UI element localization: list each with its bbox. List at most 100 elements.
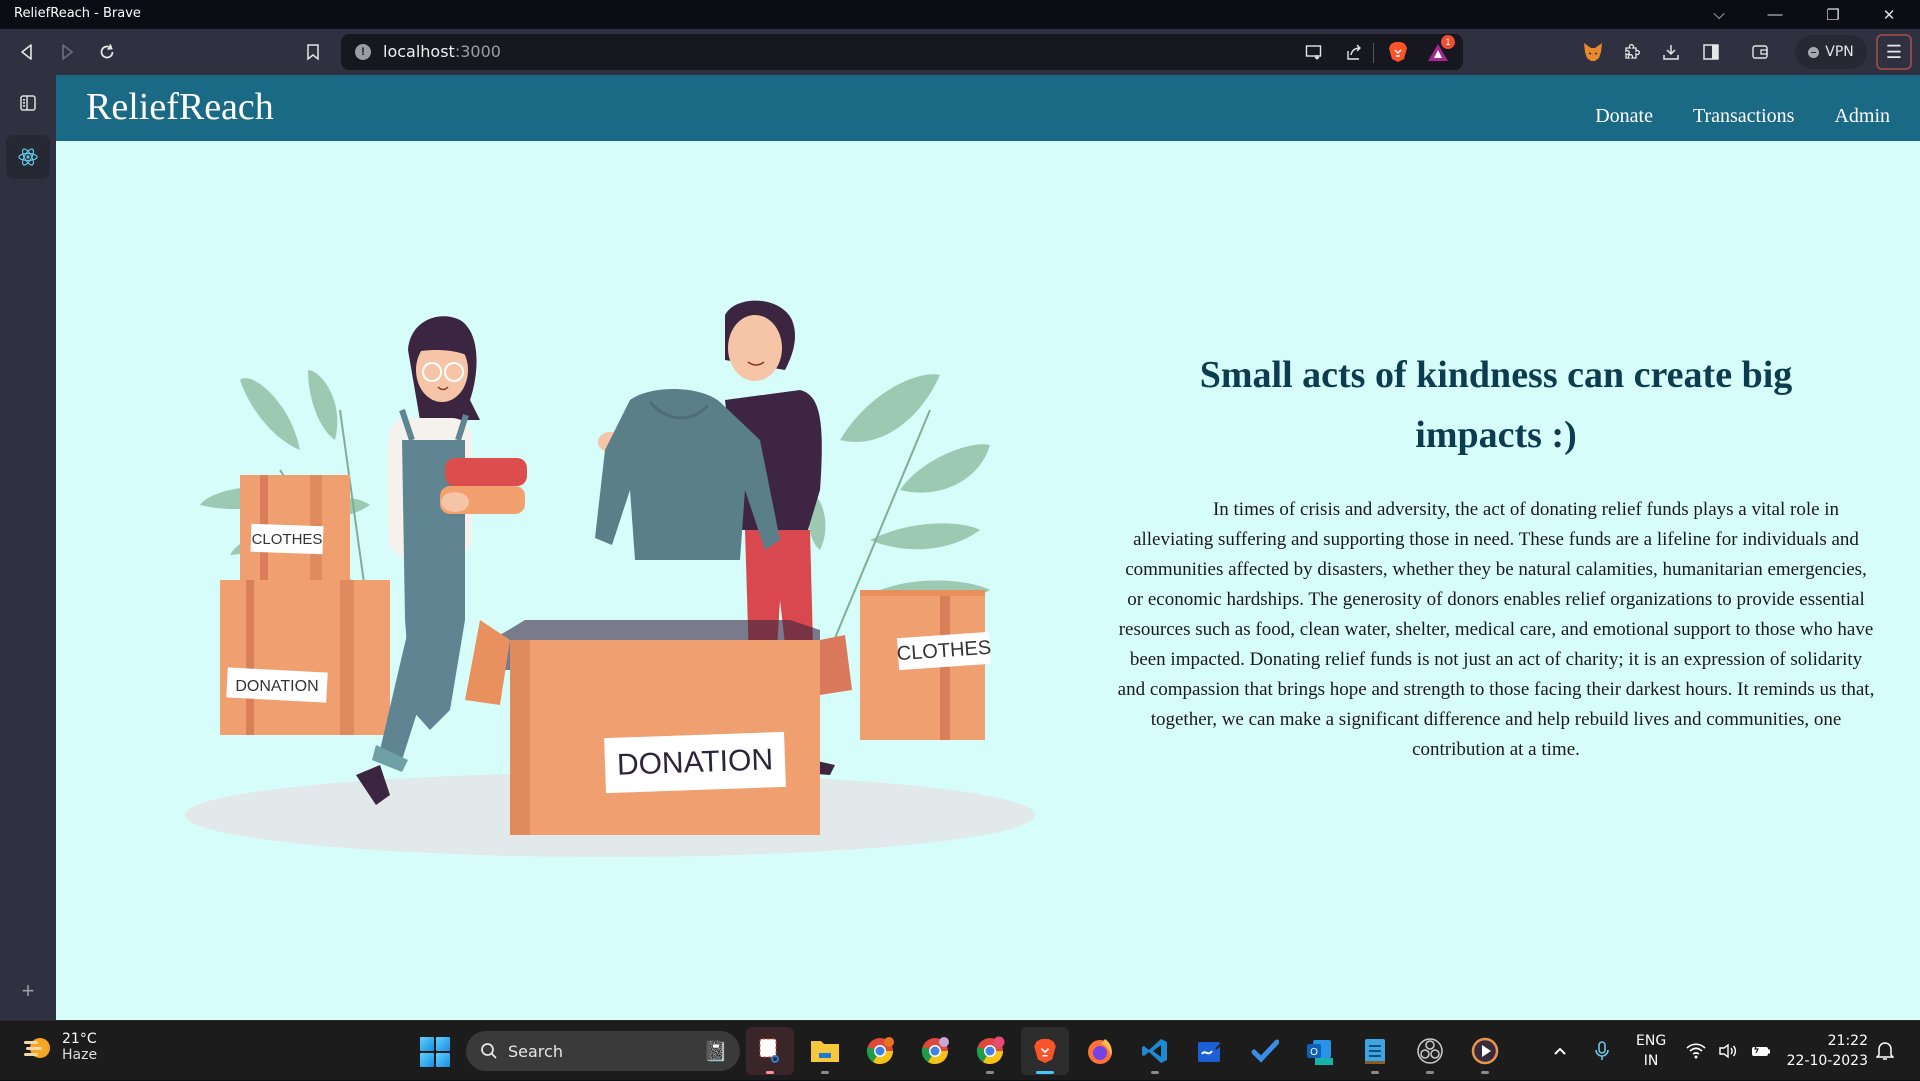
os-taskbar: 21°C Haze Search 📓 O ENG IN 21:22 22-10-… [0, 1020, 1920, 1080]
taskbar-app-firefox[interactable] [1076, 1027, 1124, 1075]
sidebar-toggle-button[interactable] [1696, 37, 1726, 67]
nav-transactions[interactable]: Transactions [1693, 105, 1794, 128]
box-clothes-right: CLOTHES [860, 590, 992, 740]
side-panel-toggle[interactable] [6, 81, 50, 125]
snipping-tool-icon [759, 1038, 779, 1063]
back-button[interactable] [12, 37, 42, 67]
share-button[interactable] [1339, 37, 1369, 67]
side-panel-icon [20, 95, 36, 111]
forward-icon [62, 44, 73, 60]
bell-icon [1876, 1042, 1894, 1060]
taskbar-app-todo[interactable] [1241, 1027, 1289, 1075]
box-clothes-top-left: CLOTHES [240, 475, 350, 580]
brand-logo[interactable]: ReliefReach [86, 85, 274, 129]
minimize-button[interactable]: — [1752, 0, 1798, 29]
microphone-indicator[interactable] [1594, 1021, 1610, 1081]
window-titlebar: ReliefReach - Brave ⌵ — ❐ ✕ [0, 0, 1920, 29]
side-panel-react-devtools[interactable] [6, 135, 50, 179]
vpn-button[interactable]: VPN [1795, 35, 1867, 69]
url-text[interactable]: localhost:3000 [383, 42, 501, 61]
sidebar-panel-icon [1703, 44, 1719, 60]
taskbar-app-media-player[interactable] [1461, 1027, 1509, 1075]
start-button[interactable] [420, 1037, 450, 1067]
url-host: localhost [383, 42, 455, 61]
folder-icon [811, 1041, 839, 1062]
back-icon [21, 44, 32, 60]
extensions-button[interactable] [1617, 37, 1647, 67]
forward-button[interactable] [52, 37, 82, 67]
search-label: Search [508, 1041, 563, 1061]
nav-admin[interactable]: Admin [1834, 105, 1890, 128]
firefox-icon [1088, 1039, 1112, 1064]
brave-rewards-button[interactable]: 1 [1423, 35, 1455, 67]
site-header: ReliefReach Donate Transactions Admin [56, 75, 1920, 141]
taskbar-app-brave[interactable] [1021, 1027, 1069, 1075]
taskbar-app-whiteboard[interactable] [1186, 1027, 1234, 1075]
chrome-icon [976, 1036, 1005, 1065]
taskbar-app-snipping-tool[interactable] [746, 1027, 794, 1075]
plus-icon: + [21, 978, 35, 1003]
taskbar-app-chrome-3[interactable] [966, 1027, 1014, 1075]
taskbar-app-obs[interactable] [1406, 1027, 1454, 1075]
nav-donate[interactable]: Donate [1595, 105, 1653, 128]
hero-section: Small acts of kindness can create big im… [1116, 345, 1876, 765]
side-panel-add-button[interactable]: + [6, 969, 50, 1013]
taskbar-app-notepad[interactable] [1351, 1027, 1399, 1075]
taskbar-app-outlook[interactable]: O [1296, 1027, 1344, 1075]
weather-condition: Haze [62, 1047, 98, 1063]
weather-widget[interactable]: 21°C Haze [22, 1031, 97, 1063]
tab-search-chevron-icon[interactable]: ⌵ [1696, 0, 1742, 29]
language-indicator[interactable]: ENG IN [1636, 1031, 1666, 1071]
tray-overflow-button[interactable] [1552, 1021, 1568, 1081]
wallet-button[interactable] [1745, 37, 1775, 67]
system-clock[interactable]: 21:22 22-10-2023 [1787, 1031, 1868, 1071]
hamburger-icon: ☰ [1885, 41, 1903, 62]
bookmark-icon [307, 44, 319, 61]
vpn-label: VPN [1825, 44, 1854, 60]
bookmark-button[interactable] [298, 37, 328, 67]
chrome-icon [921, 1037, 949, 1065]
taskbar-search[interactable]: Search 📓 [466, 1031, 740, 1071]
brave-shields-button[interactable] [1383, 37, 1413, 67]
vscode-icon [1142, 1039, 1167, 1063]
downloads-button[interactable] [1656, 37, 1686, 67]
close-window-button[interactable]: ✕ [1866, 0, 1912, 29]
main-menu-button[interactable]: ☰ [1876, 34, 1912, 70]
wallet-icon [1752, 45, 1768, 59]
brave-lion-icon [1389, 42, 1407, 62]
cast-button[interactable] [1299, 37, 1329, 67]
box-label-donation-large: DONATION [616, 743, 773, 781]
metamask-extension-button[interactable] [1578, 37, 1608, 67]
obs-icon [1417, 1038, 1443, 1064]
restore-button[interactable]: ❐ [1810, 0, 1856, 29]
browser-side-panel: + [0, 75, 56, 1020]
chevron-up-icon [1554, 1047, 1566, 1055]
taskbar-app-vscode[interactable] [1131, 1027, 1179, 1075]
vpn-status-icon [1808, 46, 1820, 58]
chrome-icon [866, 1037, 894, 1065]
microphone-icon [1595, 1041, 1609, 1060]
wifi-icon [1686, 1043, 1706, 1059]
site-info-icon[interactable]: ! [355, 44, 371, 60]
taskbar-app-file-explorer[interactable] [801, 1027, 849, 1075]
taskbar-app-chrome-1[interactable] [856, 1027, 904, 1075]
volume-icon [1719, 1043, 1737, 1059]
reload-button[interactable] [92, 37, 122, 67]
box-label-clothes-small: CLOTHES [252, 531, 323, 548]
taskbar-app-chrome-2[interactable] [911, 1027, 959, 1075]
language-code: ENG [1636, 1033, 1667, 1049]
browser-toolbar: ! localhost:3000 1 VPN ☰ [0, 29, 1920, 75]
notifications-button[interactable] [1876, 1021, 1894, 1081]
hero-paragraph: In times of crisis and adversity, the ac… [1117, 499, 1875, 760]
box-donation-center: DONATION [465, 620, 852, 835]
clock-date: 22-10-2023 [1786, 1053, 1868, 1069]
box-label-donation-small: DONATION [235, 678, 318, 695]
main-nav: Donate Transactions Admin [1595, 105, 1890, 128]
outlook-icon: O [1307, 1040, 1333, 1065]
url-port: :3000 [454, 42, 501, 61]
donation-illustration: CLOTHES DONATION CLOTHES DONATION [185, 300, 1035, 857]
quick-settings[interactable] [1686, 1021, 1772, 1081]
address-bar[interactable]: ! localhost:3000 1 [341, 34, 1463, 70]
haze-weather-icon [24, 1038, 50, 1058]
window-title: ReliefReach - Brave [14, 6, 141, 21]
